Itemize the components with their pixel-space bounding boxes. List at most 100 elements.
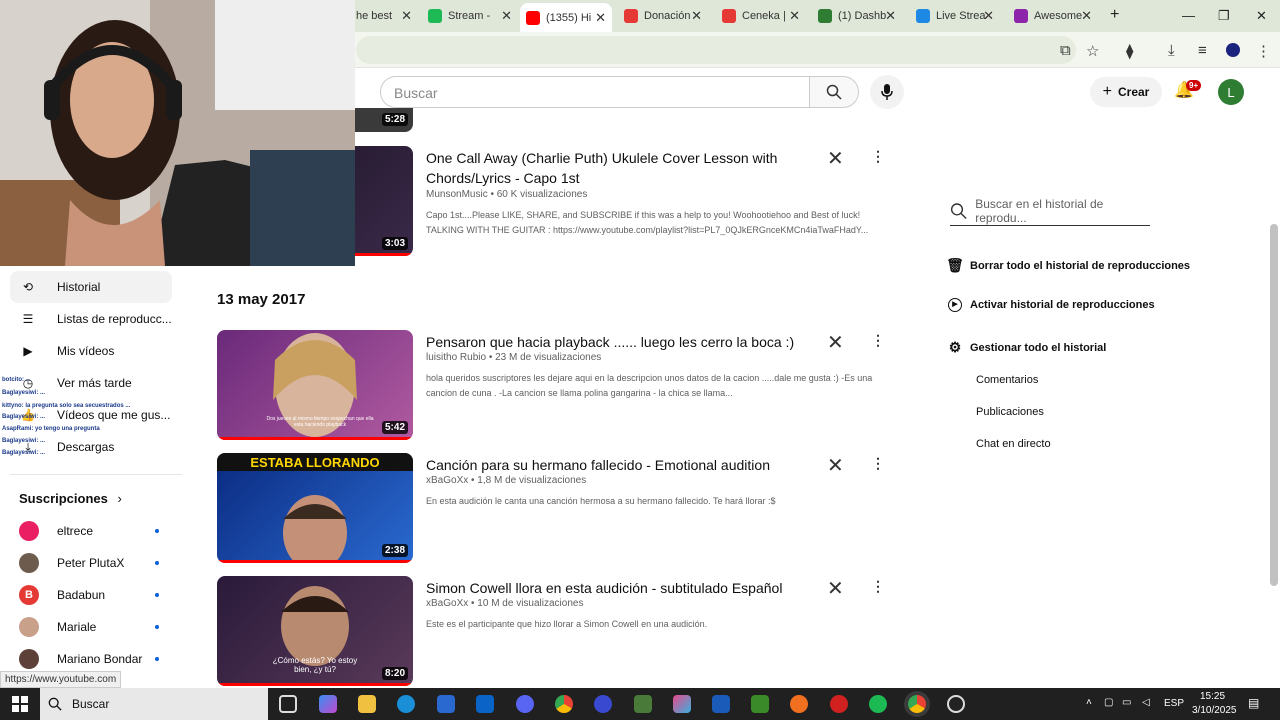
notification-center-icon[interactable]: ▤: [1248, 696, 1259, 710]
minimize-icon[interactable]: —: [1182, 8, 1195, 23]
windows-start-icon[interactable]: [12, 696, 28, 712]
close-icon[interactable]: ✕: [983, 8, 994, 24]
remove-icon[interactable]: ✕: [827, 576, 844, 601]
subscription-item[interactable]: Mariale: [19, 615, 169, 639]
download-icon[interactable]: ⤓: [1168, 42, 1175, 59]
more-options-icon[interactable]: ⋮: [871, 455, 885, 472]
tray-app-icon[interactable]: ▢: [1104, 697, 1113, 708]
search-input[interactable]: Buscar: [380, 76, 810, 108]
video-meta[interactable]: MunsonMusic • 60 K visualizaciones: [426, 189, 587, 200]
create-button[interactable]: + Crear: [1090, 77, 1162, 107]
history-search-input[interactable]: Buscar en el historial de reprodu...: [950, 196, 1150, 226]
search-button[interactable]: [809, 76, 859, 108]
history-video-item[interactable]: ¿Cómo estás? Yo estoy bien, ¿y tú? 8:20 …: [217, 576, 897, 688]
subscription-item[interactable]: Mariano Bondar: [19, 647, 169, 671]
remove-icon[interactable]: ✕: [827, 453, 844, 478]
remove-icon[interactable]: ✕: [827, 330, 844, 355]
close-icon[interactable]: ✕: [885, 8, 896, 24]
language-indicator[interactable]: ESP: [1164, 698, 1184, 709]
browser-tab[interactable]: Ceneka | ✕: [722, 4, 806, 28]
minecraft-icon[interactable]: [751, 695, 769, 713]
restore-icon[interactable]: ❐: [1218, 8, 1230, 24]
enable-history-button[interactable]: ▶ Activar historial de reproducciones: [946, 298, 1155, 312]
install-app-icon[interactable]: ⧉: [1060, 42, 1071, 59]
more-options-icon[interactable]: ⋮: [871, 332, 885, 349]
media-control-icon[interactable]: ≡: [1198, 42, 1207, 59]
comments-link[interactable]: Comentarios: [976, 374, 1038, 386]
copilot-icon[interactable]: [319, 695, 337, 713]
close-icon[interactable]: ✕: [789, 8, 800, 24]
close-icon[interactable]: ✕: [501, 8, 512, 24]
subscription-item[interactable]: eltrece: [19, 519, 169, 543]
clock-date[interactable]: 3/10/2025: [1192, 705, 1237, 716]
sidebar-item-history[interactable]: ⟲ Historial: [10, 271, 172, 303]
browser-tab[interactable]: he best ✕: [356, 4, 418, 28]
url-field[interactable]: [356, 36, 1076, 64]
volume-icon[interactable]: ◁: [1142, 697, 1150, 708]
sidebar-item-my-videos[interactable]: ▶ Mis vídeos: [10, 335, 172, 367]
network-icon[interactable]: ▭: [1122, 697, 1131, 708]
browser-tab-active[interactable]: (1355) Hi ✕: [520, 3, 612, 32]
more-options-icon[interactable]: ⋮: [871, 578, 885, 595]
remove-icon[interactable]: ✕: [827, 146, 844, 171]
video-thumbnail-partial[interactable]: 5:28: [355, 108, 413, 132]
menu-icon[interactable]: ⋮: [1256, 42, 1271, 60]
manage-history-button[interactable]: ⚙ Gestionar todo el historial: [946, 339, 1107, 356]
chrome-active-icon[interactable]: [908, 695, 926, 713]
wallet-icon[interactable]: [594, 695, 612, 713]
video-meta[interactable]: xBaGoXx • 1,8 M de visualizaciones: [426, 475, 586, 486]
extensions-icon[interactable]: ⧫: [1126, 42, 1133, 60]
discord-icon[interactable]: [516, 695, 534, 713]
subscriptions-heading[interactable]: Suscripciones ›: [19, 491, 122, 506]
subscription-item[interactable]: B Badabun: [19, 583, 169, 607]
chrome-icon[interactable]: [555, 695, 573, 713]
avatar[interactable]: L: [1218, 79, 1244, 105]
obs-like-icon[interactable]: [830, 695, 848, 713]
page-scrollbar[interactable]: [1270, 224, 1278, 586]
taskbar-search[interactable]: Buscar: [40, 688, 268, 720]
subscription-item[interactable]: Peter PlutaX: [19, 551, 169, 575]
clock-time[interactable]: 15:25: [1200, 691, 1225, 702]
more-options-icon[interactable]: ⋮: [871, 148, 885, 165]
posts-link[interactable]: Publicaciones: [976, 406, 1044, 418]
obs-icon[interactable]: [947, 695, 965, 713]
word-icon[interactable]: [712, 695, 730, 713]
video-title[interactable]: Simon Cowell llora en esta audición - su…: [426, 578, 826, 598]
spotify-icon[interactable]: [869, 695, 887, 713]
video-thumbnail[interactable]: Dos jueces al mismo tiempo sospechan que…: [217, 330, 413, 440]
history-video-item[interactable]: Dos jueces al mismo tiempo sospechan que…: [217, 330, 897, 442]
sun-app-icon[interactable]: [790, 695, 808, 713]
window-close-icon[interactable]: ✕: [1256, 8, 1267, 24]
close-icon[interactable]: ✕: [691, 8, 702, 24]
video-thumbnail[interactable]: ¿Cómo estás? Yo estoy bien, ¿y tú? 8:20: [217, 576, 413, 686]
store-icon[interactable]: [437, 695, 455, 713]
video-thumbnail[interactable]: ESTABA LLORANDO 2:38: [217, 453, 413, 563]
browser-tab[interactable]: Awesome ✕: [1014, 4, 1098, 28]
browser-tab[interactable]: Donación ✕: [624, 4, 708, 28]
sidebar-item-playlists[interactable]: ☰ Listas de reproducc...: [10, 303, 172, 335]
edge-icon[interactable]: [397, 695, 415, 713]
outlook-icon[interactable]: [476, 695, 494, 713]
new-tab-icon[interactable]: +: [1110, 6, 1119, 24]
browser-tab[interactable]: Stream - ✕: [428, 4, 518, 28]
video-title[interactable]: One Call Away (Charlie Puth) Ukulele Cov…: [426, 148, 826, 188]
clear-history-button[interactable]: 🗑 Borrar todo el historial de reproducci…: [946, 257, 1190, 274]
close-icon[interactable]: ✕: [401, 8, 412, 24]
chevron-up-icon[interactable]: ˄: [1086, 697, 1092, 708]
video-title[interactable]: Pensaron que hacia playback ...... luego…: [426, 332, 826, 352]
video-meta[interactable]: luisitho Rubio • 23 M de visualizaciones: [426, 352, 601, 363]
live-chat-link[interactable]: Chat en directo: [976, 438, 1051, 450]
browser-tab[interactable]: (1) Dashb ✕: [818, 4, 902, 28]
star-icon[interactable]: ☆: [1086, 42, 1099, 60]
voice-search-button[interactable]: [870, 75, 904, 109]
video-meta[interactable]: xBaGoXx • 10 M de visualizaciones: [426, 598, 583, 609]
video-title[interactable]: Canción para su hermano fallecido - Emot…: [426, 455, 826, 475]
close-icon[interactable]: ✕: [595, 10, 606, 26]
profile-icon[interactable]: [1226, 43, 1240, 57]
close-icon[interactable]: ✕: [1081, 8, 1092, 24]
sidebar-item-downloads[interactable]: ⤓ Descargas: [10, 431, 172, 463]
file-explorer-icon[interactable]: [358, 695, 376, 713]
history-video-item[interactable]: ESTABA LLORANDO 2:38 Canción para su her…: [217, 453, 897, 565]
microsoft365-icon[interactable]: [673, 695, 691, 713]
task-view-icon[interactable]: [279, 695, 297, 713]
